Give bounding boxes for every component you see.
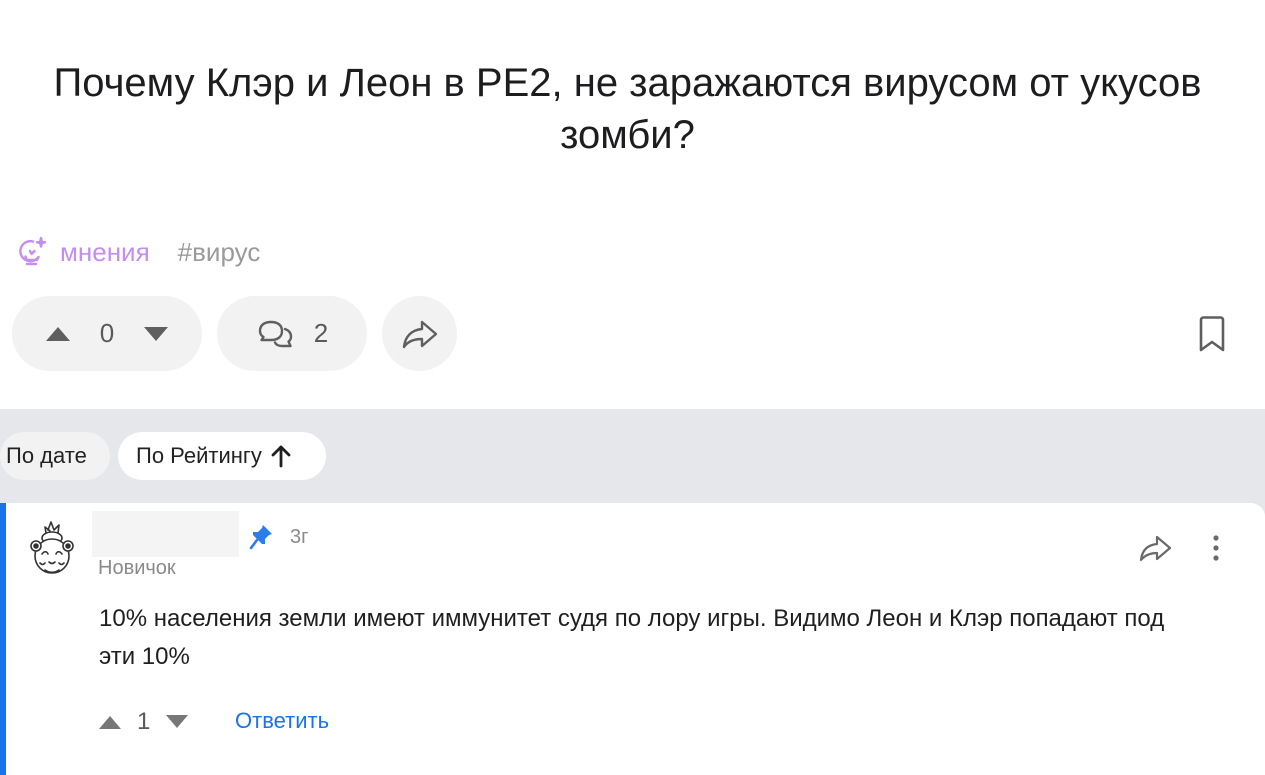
sort-by-rating-button[interactable]: По Рейтингу <box>118 432 326 480</box>
tag-opinions[interactable]: мнения <box>16 235 150 269</box>
tags-row: мнения #вирус <box>16 232 260 272</box>
tag-virus[interactable]: #вирус <box>178 237 261 268</box>
sort-by-date-label: По дате <box>6 443 87 468</box>
reply-button[interactable]: Ответить <box>235 708 329 734</box>
comment-text: 10% населения земли имеют иммунитет судя… <box>99 605 1165 670</box>
comment-vote: 1 <box>97 705 190 739</box>
comment-upvote-icon[interactable] <box>97 713 123 731</box>
share-icon <box>400 317 440 351</box>
pin-icon <box>248 523 274 551</box>
question-title: Почему Клэр и Леон в РЕ2, не заражаются … <box>53 61 1202 157</box>
vote-pill: 0 <box>12 296 202 371</box>
avatar[interactable] <box>26 518 78 578</box>
page: Почему Клэр и Леон в РЕ2, не заражаются … <box>0 0 1265 775</box>
comment-count: 2 <box>313 318 329 348</box>
vote-count: 0 <box>99 318 115 348</box>
tag-opinions-label: мнения <box>60 236 150 267</box>
downvote-icon[interactable] <box>142 324 170 344</box>
share-button[interactable] <box>382 296 457 371</box>
upvote-icon[interactable] <box>44 324 72 344</box>
arrow-up-icon <box>270 444 292 468</box>
comment-vote-count: 1 <box>137 708 151 735</box>
sort-by-date-button[interactable]: По дате <box>0 432 110 480</box>
comment-accent-bar <box>0 503 6 775</box>
comment-downvote-icon[interactable] <box>164 713 190 731</box>
comment-share-icon[interactable] <box>1138 533 1174 563</box>
lightbulb-sparkle-icon <box>16 235 48 269</box>
sort-by-rating-label: По Рейтингу <box>136 443 262 468</box>
comments-icon <box>256 317 296 351</box>
comment-time: 3г <box>290 526 309 548</box>
comments-button[interactable]: 2 <box>217 296 367 371</box>
bookmark-icon[interactable] <box>1195 314 1229 354</box>
more-options-icon[interactable] <box>1207 533 1225 563</box>
username-redacted[interactable] <box>92 511 239 557</box>
user-rank: Новичок <box>98 557 176 579</box>
